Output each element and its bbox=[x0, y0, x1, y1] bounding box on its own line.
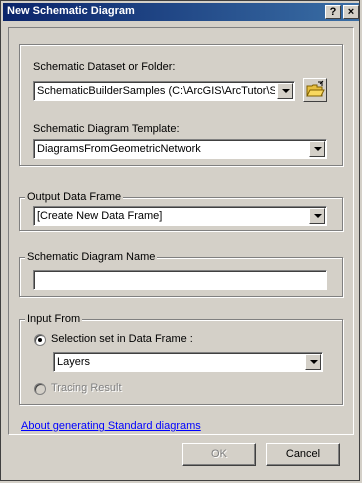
close-button[interactable]: × bbox=[343, 5, 359, 19]
chevron-down-icon[interactable] bbox=[277, 83, 293, 99]
selection-label[interactable]: Selection set in Data Frame : bbox=[51, 333, 193, 345]
cancel-button[interactable]: Cancel bbox=[266, 443, 340, 466]
window-title: New Schematic Diagram bbox=[7, 5, 135, 17]
template-value: DiagramsFromGeometricNetwork bbox=[37, 143, 201, 155]
chevron-down-icon[interactable] bbox=[305, 354, 321, 370]
selection-dropdown[interactable]: Layers bbox=[53, 352, 323, 372]
input-group-label: Input From bbox=[25, 313, 83, 325]
ok-button[interactable]: OK bbox=[182, 443, 256, 466]
about-standard-diagrams-link[interactable]: About generating Standard diagrams bbox=[21, 420, 201, 432]
diagram-name-input[interactable] bbox=[33, 270, 327, 290]
title-bar[interactable]: New Schematic Diagram ? × bbox=[3, 3, 359, 21]
template-label: Schematic Diagram Template: bbox=[33, 123, 180, 135]
chevron-down-icon[interactable] bbox=[309, 141, 325, 157]
chevron-down-icon[interactable] bbox=[309, 208, 325, 224]
output-value: [Create New Data Frame] bbox=[37, 210, 163, 222]
dialog-window: New Schematic Diagram ? × Schematic Data… bbox=[0, 0, 360, 481]
dataset-dropdown[interactable]: SchematicBuilderSamples (C:\ArcGIS\ArcTu… bbox=[33, 81, 295, 101]
open-folder-icon bbox=[306, 80, 325, 97]
help-button[interactable]: ? bbox=[325, 5, 341, 19]
selection-value: Layers bbox=[57, 356, 91, 368]
output-group-label: Output Data Frame bbox=[25, 191, 124, 203]
dataset-value: SchematicBuilderSamples (C:\ArcGIS\ArcTu… bbox=[37, 85, 275, 97]
tracing-radio[interactable] bbox=[34, 383, 46, 395]
selection-radio[interactable] bbox=[34, 334, 46, 346]
template-dropdown[interactable]: DiagramsFromGeometricNetwork bbox=[33, 139, 327, 159]
dataset-label: Schematic Dataset or Folder: bbox=[33, 61, 176, 73]
name-group-label: Schematic Diagram Name bbox=[25, 251, 158, 263]
tracing-label: Tracing Result bbox=[51, 382, 122, 394]
output-data-frame-dropdown[interactable]: [Create New Data Frame] bbox=[33, 206, 327, 226]
browse-folder-button[interactable] bbox=[303, 78, 327, 102]
